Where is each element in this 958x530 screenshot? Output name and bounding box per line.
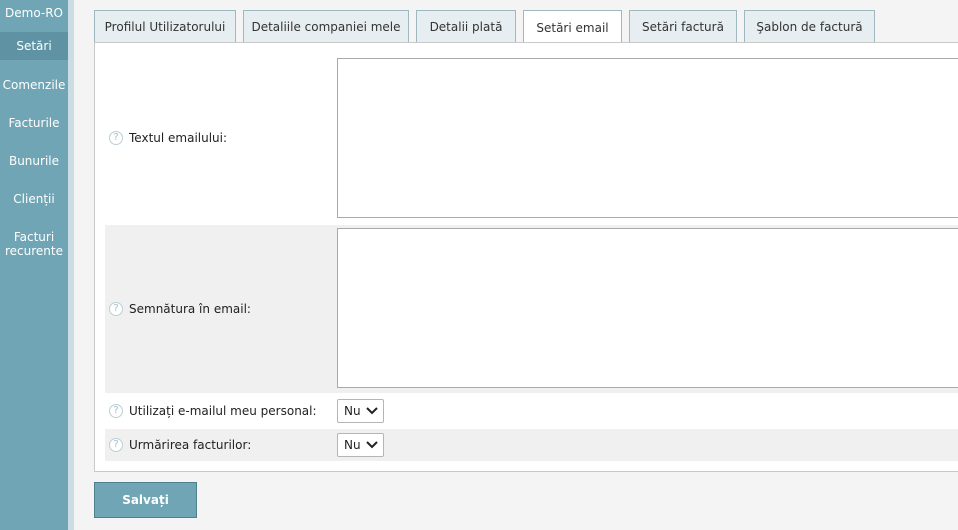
sidebar-divider: [68, 0, 74, 530]
help-icon[interactable]: ?: [109, 438, 123, 452]
email-text-field[interactable]: [337, 58, 958, 218]
personal-email-label-wrap: ? Utilizați e-mailul meu personal:: [109, 395, 317, 427]
chevron-down-icon: [366, 407, 378, 415]
help-icon[interactable]: ?: [109, 131, 123, 145]
tracking-label-wrap: ? Urmărirea facturilor:: [109, 429, 251, 461]
personal-email-row: ? Utilizați e-mailul meu personal: Nu: [105, 395, 958, 427]
tab-payment-details[interactable]: Detalii plată: [416, 10, 516, 43]
signature-label: Semnătura în email:: [129, 302, 251, 316]
signature-row: ? Semnătura în email:: [105, 225, 958, 393]
signature-field[interactable]: [337, 228, 958, 388]
email-text-row: ? Textul emailului:: [105, 55, 958, 221]
tab-invoice-template[interactable]: Şablon de factură: [744, 10, 875, 43]
account-name[interactable]: Demo-RO: [0, 6, 68, 20]
sidebar-item-recurring-invoices[interactable]: Facturi recurente: [0, 230, 68, 258]
sidebar-item-clients[interactable]: Clienții: [0, 192, 68, 206]
tab-email-settings[interactable]: Setări email: [523, 10, 622, 44]
sidebar-item-settings[interactable]: Setări: [0, 32, 68, 60]
personal-email-value: Nu: [344, 404, 361, 418]
settings-tabs: Profilul Utilizatorului Detaliile compan…: [94, 0, 958, 44]
help-icon[interactable]: ?: [109, 302, 123, 316]
sidebar: Demo-RO Setări Comenzile Facturile Bunur…: [0, 0, 74, 530]
personal-email-select[interactable]: Nu: [337, 399, 384, 423]
help-icon[interactable]: ?: [109, 404, 123, 418]
tracking-select[interactable]: Nu: [337, 433, 384, 457]
tracking-row: ? Urmărirea facturilor: Nu: [105, 429, 958, 461]
tab-user-profile[interactable]: Profilul Utilizatorului: [94, 10, 236, 43]
sidebar-item-goods[interactable]: Bunurile: [0, 154, 68, 168]
email-text-label: Textul emailului:: [129, 131, 228, 145]
chevron-down-icon: [366, 441, 378, 449]
tab-company-details[interactable]: Detaliile companiei mele: [243, 10, 409, 43]
save-button[interactable]: Salvați: [94, 482, 197, 518]
signature-label-wrap: ? Semnătura în email:: [109, 225, 251, 393]
email-text-label-wrap: ? Textul emailului:: [109, 55, 227, 221]
tracking-label: Urmărirea facturilor:: [129, 438, 252, 452]
tracking-value: Nu: [344, 438, 361, 452]
tab-invoice-settings[interactable]: Setări factură: [629, 10, 737, 43]
sidebar-item-orders[interactable]: Comenzile: [0, 78, 68, 92]
sidebar-item-invoices[interactable]: Facturile: [0, 116, 68, 130]
email-settings-panel: ? Textul emailului: ? Semnătura în email…: [94, 42, 958, 472]
personal-email-label: Utilizați e-mailul meu personal:: [129, 404, 317, 418]
